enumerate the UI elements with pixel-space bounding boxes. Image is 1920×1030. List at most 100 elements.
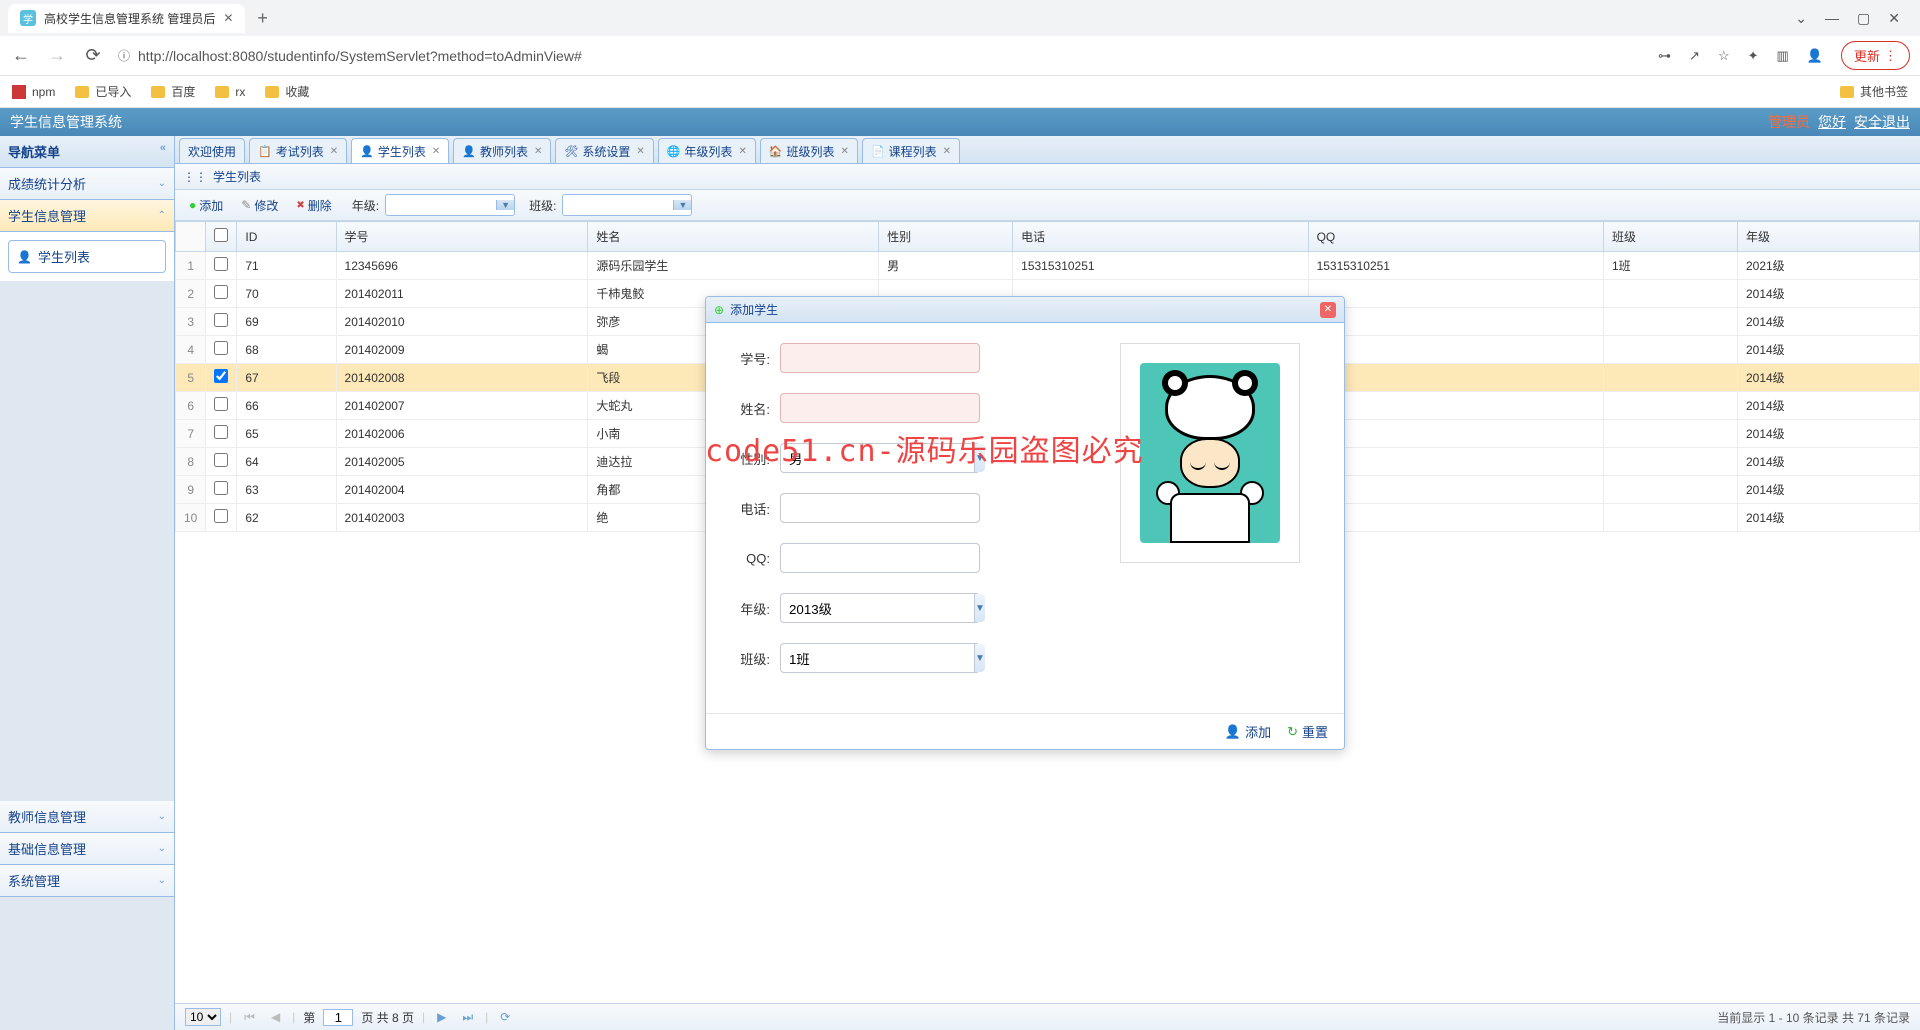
row-checkbox[interactable] (214, 481, 228, 495)
close-icon[interactable]: ✕ (432, 146, 440, 157)
sidebar-item-system[interactable]: 系统管理 ⌄ (0, 865, 174, 897)
sidebar-link-student-list[interactable]: 学生列表 (8, 240, 166, 273)
sex-input[interactable] (781, 444, 974, 472)
bookmark-npm[interactable]: npm (12, 85, 55, 99)
refresh-button[interactable]: ⟳ (496, 1010, 514, 1024)
row-checkbox[interactable] (214, 453, 228, 467)
close-icon[interactable]: ✕ (841, 146, 849, 157)
page-number-input[interactable] (323, 1009, 353, 1026)
extension-icon[interactable]: ✦ (1748, 48, 1759, 64)
col-header[interactable]: ID (237, 222, 336, 252)
col-header[interactable]: 姓名 (588, 222, 879, 252)
name-field[interactable] (780, 393, 980, 423)
close-icon[interactable]: ✕ (943, 146, 951, 157)
bookmark-imported[interactable]: 已导入 (75, 83, 131, 100)
bookmark-other[interactable]: 其他书签 (1840, 83, 1908, 100)
grade-combo[interactable]: ▼ (780, 593, 980, 623)
sidebar-item-stats[interactable]: 成绩统计分析 ⌄ (0, 168, 174, 200)
row-checkbox[interactable] (214, 425, 228, 439)
star-icon[interactable]: ☆ (1718, 48, 1730, 64)
share-icon[interactable]: ↗ (1689, 48, 1700, 64)
class-combo[interactable]: ▼ (780, 643, 980, 673)
sidebar-item-teacher[interactable]: 教师信息管理 ⌄ (0, 801, 174, 833)
sn-field[interactable] (780, 343, 980, 373)
tab-考试列表[interactable]: 📋考试列表✕ (249, 138, 347, 163)
col-header[interactable]: QQ (1308, 222, 1603, 252)
qq-field[interactable] (780, 543, 980, 573)
minimize-icon[interactable]: — (1825, 10, 1839, 27)
dialog-close-button[interactable]: ✕ (1320, 302, 1336, 318)
col-header[interactable]: 电话 (1013, 222, 1308, 252)
back-button[interactable]: ← (10, 45, 32, 66)
paging-status: 当前显示 1 - 10 条记录 共 71 条记录 (1717, 1009, 1910, 1026)
col-header[interactable]: 学号 (336, 222, 588, 252)
row-checkbox[interactable] (214, 313, 228, 327)
row-checkbox[interactable] (214, 285, 228, 299)
edit-button[interactable]: 修改 (235, 195, 284, 216)
col-header[interactable]: 性别 (879, 222, 1013, 252)
row-checkbox[interactable] (214, 509, 228, 523)
browser-tab[interactable]: 学 高校学生信息管理系统 管理员后 ✕ (8, 4, 245, 33)
tab-系统设置[interactable]: 🛠系统设置✕ (555, 138, 653, 163)
delete-button[interactable]: 删除 (290, 195, 337, 216)
tab-班级列表[interactable]: 🏠班级列表✕ (760, 138, 858, 163)
dropdown-arrow-icon[interactable]: ▼ (974, 594, 985, 622)
tab-欢迎使用[interactable]: 欢迎使用 (179, 138, 245, 163)
close-window-icon[interactable]: ✕ (1888, 10, 1900, 27)
row-checkbox[interactable] (214, 369, 228, 383)
col-header[interactable]: 年级 (1737, 222, 1919, 252)
bookmark-baidu[interactable]: 百度 (151, 83, 195, 100)
prev-page-button[interactable]: ◀ (267, 1010, 284, 1024)
tab-课程列表[interactable]: 📄课程列表✕ (862, 138, 960, 163)
close-icon[interactable]: ✕ (738, 146, 746, 157)
reload-button[interactable]: ⟳ (82, 45, 104, 66)
dropdown-arrow-icon[interactable]: ▼ (673, 200, 691, 210)
grade-input[interactable] (781, 594, 974, 622)
bookmark-fav[interactable]: 收藏 (265, 83, 309, 100)
tab-学生列表[interactable]: 👤学生列表✕ (351, 138, 449, 163)
key-icon[interactable]: ⊶ (1658, 48, 1671, 64)
url-bar[interactable]: ⓘ http://localhost:8080/studentinfo/Syst… (118, 47, 1644, 64)
dropdown-icon[interactable]: ⌄ (1795, 10, 1807, 27)
class-filter-combo[interactable]: ▼ (562, 194, 692, 216)
page-size-select[interactable]: 10 (185, 1008, 221, 1026)
dropdown-arrow-icon[interactable]: ▼ (496, 200, 514, 210)
dropdown-arrow-icon[interactable]: ▼ (974, 444, 985, 472)
close-icon[interactable]: ✕ (636, 146, 644, 157)
grade-filter-combo[interactable]: ▼ (385, 194, 515, 216)
sidebar-item-student[interactable]: 学生信息管理 ⌃ (0, 200, 174, 232)
first-page-button[interactable]: ⏮ (240, 1010, 259, 1025)
maximize-icon[interactable]: ▢ (1857, 10, 1870, 27)
tel-field[interactable] (780, 493, 980, 523)
logout-link[interactable]: 安全退出 (1854, 112, 1910, 132)
add-button[interactable]: 添加 (183, 195, 229, 216)
tab-教师列表[interactable]: 👤教师列表✕ (453, 138, 551, 163)
dialog-reset-button[interactable]: ↻重置 (1287, 722, 1328, 741)
update-button[interactable]: 更新⋮ (1841, 41, 1910, 70)
profile-icon[interactable]: 👤 (1807, 48, 1823, 64)
grade-filter-input[interactable] (386, 196, 496, 214)
forward-button[interactable]: → (46, 45, 68, 66)
dropdown-arrow-icon[interactable]: ▼ (974, 644, 985, 672)
row-checkbox[interactable] (214, 397, 228, 411)
next-page-button[interactable]: ▶ (433, 1010, 450, 1024)
last-page-button[interactable]: ⏭ (458, 1010, 477, 1025)
col-header[interactable]: 班级 (1603, 222, 1737, 252)
tab-年级列表[interactable]: 🌐年级列表✕ (658, 138, 756, 163)
close-icon[interactable]: ✕ (330, 146, 338, 157)
table-row[interactable]: 17112345696源码乐园学生男1531531025115315310251… (176, 252, 1920, 280)
collapse-icon[interactable]: « (160, 142, 166, 161)
select-all-checkbox[interactable] (214, 228, 228, 242)
dialog-add-button[interactable]: 👤添加 (1225, 722, 1271, 741)
sex-combo[interactable]: ▼ (780, 443, 980, 473)
bookmark-rx[interactable]: rx (215, 85, 245, 99)
row-checkbox[interactable] (214, 341, 228, 355)
new-tab-button[interactable]: + (257, 8, 268, 29)
row-checkbox[interactable] (214, 257, 228, 271)
close-icon[interactable]: ✕ (223, 11, 233, 25)
class-input[interactable] (781, 644, 974, 672)
close-icon[interactable]: ✕ (534, 146, 542, 157)
sidebar-item-basic[interactable]: 基础信息管理 ⌄ (0, 833, 174, 865)
class-filter-input[interactable] (563, 196, 673, 214)
sidebar-toggle-icon[interactable]: ▥ (1777, 48, 1789, 64)
